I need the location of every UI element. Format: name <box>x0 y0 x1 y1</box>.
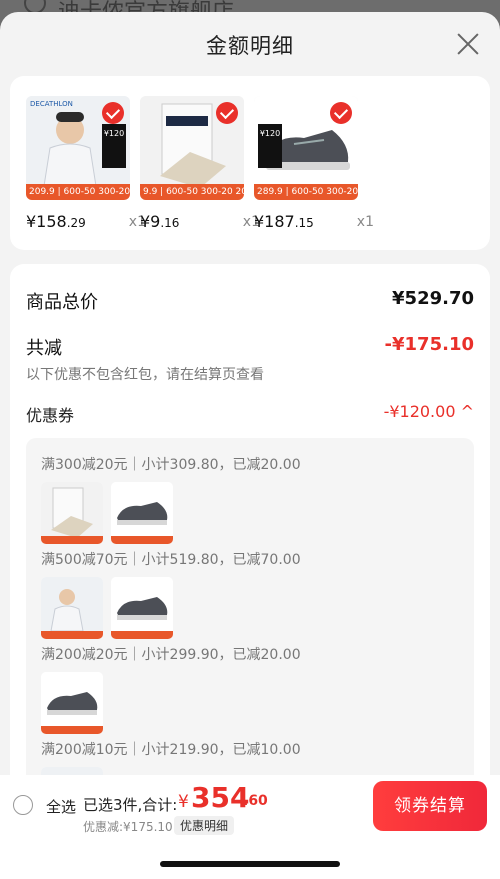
product-qty: x1 <box>356 214 374 230</box>
product-price: ¥187.15 <box>254 212 314 231</box>
total-amount-int: 354 <box>191 781 250 814</box>
amount-detail-sheet: 金额明细 DECATHLON ¥120 209.9 | 600-50 300-2… <box>0 12 500 879</box>
checkout-button[interactable]: 领券结算 <box>373 781 487 831</box>
coupon-label: 优惠券 <box>26 406 75 425</box>
promo-strip: 209.9 | 600-50 300-20 200-10 <box>26 184 130 200</box>
svg-text:DECATHLON: DECATHLON <box>30 100 73 108</box>
total-amount-dec: .60 <box>243 793 268 809</box>
selected-check-icon[interactable] <box>330 102 352 124</box>
product-image: ¥120 289.9 | 600-50 300-20 200-10 <box>254 96 358 200</box>
discount-row: 共减 -¥175.10 <box>26 334 474 360</box>
coupon-product-thumb <box>41 672 103 734</box>
product-item[interactable]: DECATHLON ¥120 209.9 | 600-50 300-20 200… <box>26 96 146 231</box>
sheet-title: 金额明细 <box>206 34 294 58</box>
total-row: 商品总价 ¥529.70 <box>26 288 474 314</box>
selected-check-icon[interactable] <box>102 102 124 124</box>
product-item[interactable]: 9.9 | 600-50 300-20 200-10 ¥9.16 x1 <box>140 96 260 231</box>
select-all-radio[interactable] <box>13 795 33 815</box>
total-value: ¥529.70 <box>392 288 474 309</box>
home-indicator <box>160 861 340 867</box>
coupon-group-text: 满200减20元｜小计299.90，已减20.00 <box>41 647 301 663</box>
selected-summary-text: 已选3件,合计: <box>83 796 178 814</box>
coupon-product-thumb <box>111 577 173 639</box>
discount-summary-text: 优惠减:¥175.10 <box>83 820 173 834</box>
coupon-value-toggle[interactable]: -¥120.00 ^ <box>384 402 474 421</box>
select-all-label[interactable]: 全选 <box>46 796 76 817</box>
products-card: DECATHLON ¥120 209.9 | 600-50 300-20 200… <box>10 76 490 250</box>
selected-check-icon[interactable] <box>216 102 238 124</box>
discount-note: 以下优惠不包含红包，请在结算页查看 <box>26 367 264 383</box>
discount-label: 共减 <box>26 338 62 359</box>
product-image: DECATHLON ¥120 209.9 | 600-50 300-20 200… <box>26 96 130 200</box>
coupon-group-text: 满300减20元｜小计309.80，已减20.00 <box>41 457 301 473</box>
coupon-product-thumb <box>41 482 103 544</box>
coupon-product-thumb <box>111 482 173 544</box>
total-currency: ¥ <box>178 792 189 812</box>
product-item[interactable]: ¥120 289.9 | 600-50 300-20 200-10 ¥187.1… <box>254 96 374 231</box>
coupon-row[interactable]: 优惠券 -¥120.00 ^ <box>26 402 474 426</box>
product-price: ¥9.16 <box>140 212 180 231</box>
promo-strip: 289.9 | 600-50 300-20 200-10 <box>254 184 358 200</box>
price-tag: ¥120 <box>102 124 126 168</box>
coupon-product-thumb <box>41 577 103 639</box>
discount-value: -¥175.10 <box>384 334 474 355</box>
discount-detail-button[interactable]: 优惠明细 <box>174 816 235 835</box>
promo-strip: 9.9 | 600-50 300-20 200-10 <box>140 184 244 200</box>
coupon-group-text: 满500减70元｜小计519.80，已减70.00 <box>41 552 301 568</box>
checkout-bar: 全选 已选3件,合计: ¥ 354 .60 优惠减:¥175.10 优惠明细 领… <box>0 775 500 879</box>
close-icon[interactable] <box>456 32 480 56</box>
price-tag: ¥120 <box>258 124 282 168</box>
product-price: ¥158.29 <box>26 212 86 231</box>
coupon-group-text: 满200减10元｜小计219.90，已减10.00 <box>41 742 301 758</box>
product-image: 9.9 | 600-50 300-20 200-10 <box>140 96 244 200</box>
total-label: 商品总价 <box>26 292 98 313</box>
